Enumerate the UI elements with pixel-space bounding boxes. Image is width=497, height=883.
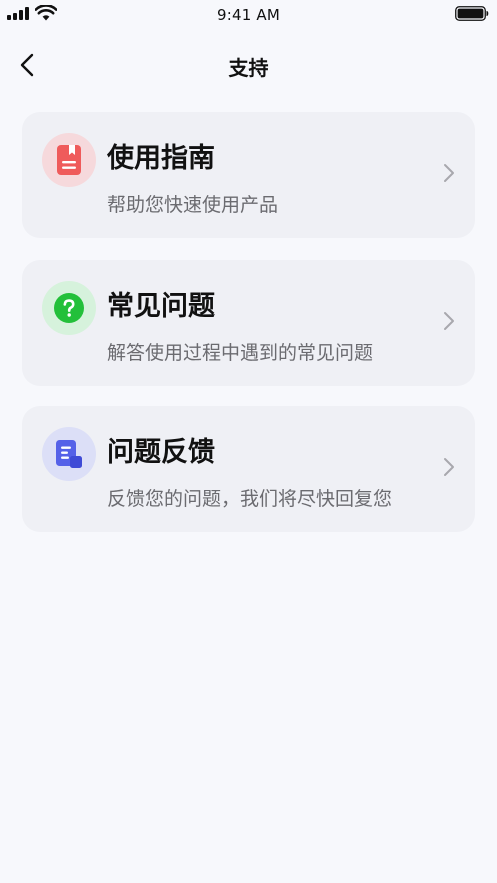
feedback-document-icon bbox=[56, 440, 82, 468]
feedback-title: 问题反馈 bbox=[107, 437, 215, 468]
faq-card[interactable]: 常见问题 解答使用过程中遇到的常见问题 bbox=[22, 260, 475, 386]
feedback-subtitle: 反馈您的问题，我们将尽快回复您 bbox=[107, 488, 393, 510]
battery-icon bbox=[455, 6, 489, 21]
guide-card[interactable]: 使用指南 帮助您快速使用产品 bbox=[22, 112, 475, 238]
page-title: 支持 bbox=[228, 56, 269, 80]
status-bar: 9:41 AM bbox=[0, 0, 497, 30]
guide-icon-badge bbox=[42, 133, 96, 187]
feedback-card[interactable]: 问题反馈 反馈您的问题，我们将尽快回复您 bbox=[22, 406, 475, 532]
guide-book-icon bbox=[57, 145, 81, 175]
guide-title: 使用指南 bbox=[107, 143, 215, 174]
faq-icon-badge bbox=[42, 281, 96, 335]
chevron-right-icon bbox=[444, 458, 454, 476]
faq-title: 常见问题 bbox=[107, 291, 215, 322]
faq-subtitle: 解答使用过程中遇到的常见问题 bbox=[107, 342, 374, 364]
support-screen: 9:41 AM 支持 使用指南 帮助您快速使用产品 常见问题 解答使用过程中遇到… bbox=[0, 0, 497, 883]
status-time: 9:41 AM bbox=[216, 6, 281, 24]
chevron-right-icon bbox=[444, 312, 454, 330]
navigation-bar: 支持 bbox=[0, 40, 497, 90]
chevron-right-icon bbox=[444, 164, 454, 182]
feedback-icon-badge bbox=[42, 427, 96, 481]
question-circle-icon bbox=[54, 293, 84, 323]
guide-subtitle: 帮助您快速使用产品 bbox=[107, 194, 279, 216]
